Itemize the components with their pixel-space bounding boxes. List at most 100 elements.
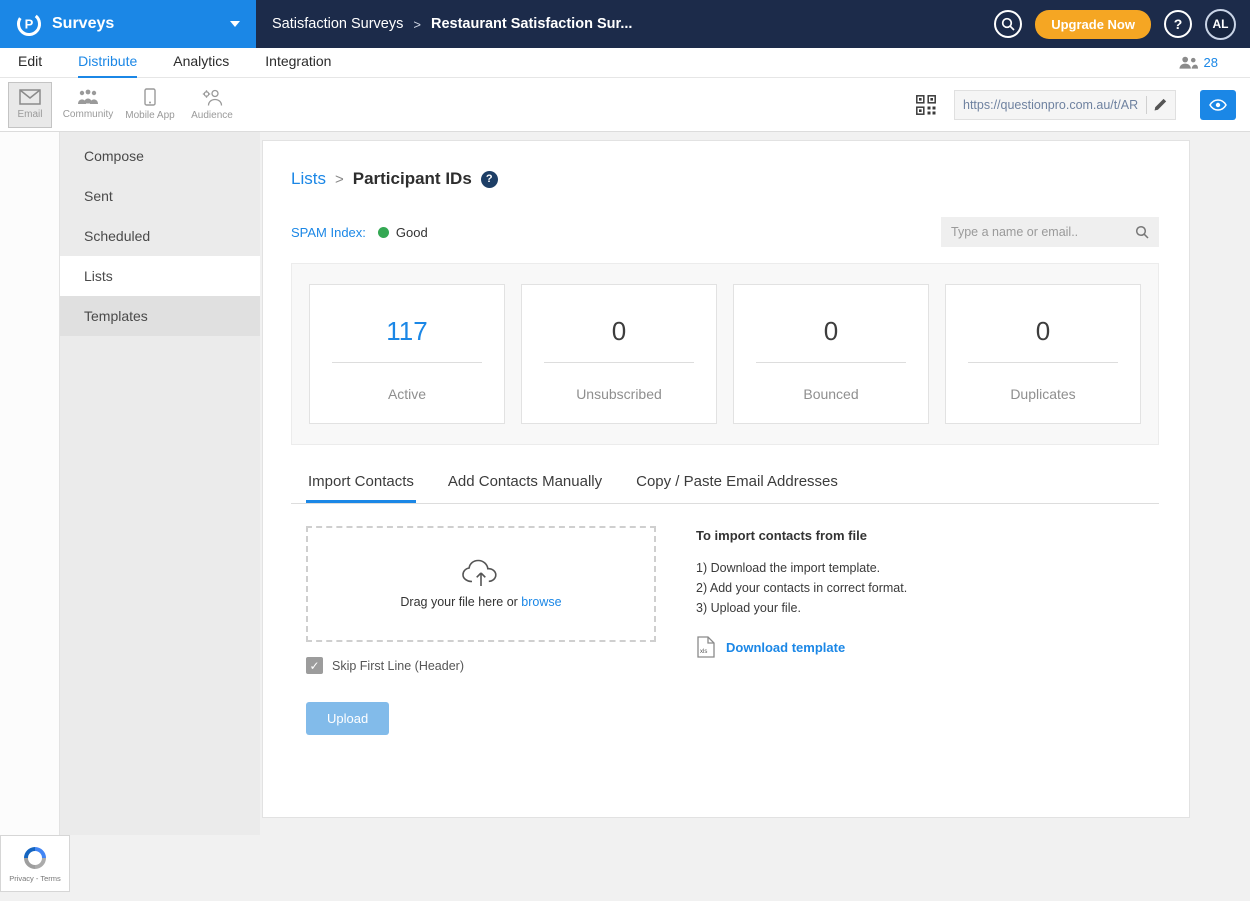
channel-mobile-app[interactable]: Mobile App [124, 82, 176, 128]
topbar-actions: Upgrade Now ? AL [994, 9, 1250, 40]
divider [968, 362, 1118, 363]
recaptcha-icon [22, 845, 48, 871]
people-icon [1179, 56, 1198, 69]
sidebar-item-lists[interactable]: Lists [60, 256, 260, 296]
topbar: P Surveys Satisfaction Surveys > Restaur… [0, 0, 1250, 48]
upload-button[interactable]: Upload [306, 702, 389, 735]
tab-analytics[interactable]: Analytics [173, 48, 229, 78]
distribute-toolbar: Email Community Mobile App Audience [0, 78, 1250, 132]
email-icon [19, 89, 41, 105]
channel-label: Audience [191, 110, 233, 121]
channel-label: Mobile App [125, 110, 174, 121]
content-area: Compose Sent Scheduled Lists Templates L… [0, 132, 1250, 835]
stat-card-active[interactable]: 117 Active [309, 284, 505, 424]
instruction-step: 3) Upload your file. [696, 598, 907, 618]
stat-value: 0 [946, 316, 1140, 347]
dropzone-text: Drag your file here or browse [400, 595, 561, 609]
divider [756, 362, 906, 363]
dropzone-label: Drag your file here or [400, 595, 517, 609]
stat-label: Unsubscribed [522, 386, 716, 402]
skip-first-line-checkbox[interactable] [306, 657, 323, 674]
product-switcher[interactable]: P Surveys [0, 0, 256, 48]
channel-audience[interactable]: Audience [186, 82, 238, 128]
tab-copy-paste-emails[interactable]: Copy / Paste Email Addresses [634, 469, 840, 503]
import-instructions: To import contacts from file 1) Download… [696, 526, 907, 735]
tab-add-contacts-manually[interactable]: Add Contacts Manually [446, 469, 604, 503]
qr-code-icon[interactable] [916, 95, 936, 115]
brand-label: Surveys [52, 15, 114, 33]
spam-status-text: Good [396, 225, 428, 240]
contact-import-tabs: Import Contacts Add Contacts Manually Co… [291, 469, 1159, 504]
instruction-step: 1) Download the import template. [696, 558, 907, 578]
stat-value: 0 [734, 316, 928, 347]
survey-url-box [954, 90, 1176, 120]
respondent-count: 28 [1204, 55, 1218, 70]
spam-index-label: SPAM Index: [291, 225, 366, 240]
upload-column: Drag your file here or browse Skip First… [306, 526, 656, 735]
divider [332, 362, 482, 363]
help-icon[interactable]: ? [1164, 10, 1192, 38]
breadcrumb-separator: > [335, 171, 344, 188]
survey-nav-tabs: Edit Distribute Analytics Integration 28 [0, 48, 1250, 78]
channel-label: Community [63, 109, 114, 120]
stat-value: 0 [522, 316, 716, 347]
left-gutter [0, 132, 60, 835]
skip-first-line-row: Skip First Line (Header) [306, 657, 656, 674]
file-dropzone[interactable]: Drag your file here or browse [306, 526, 656, 642]
tab-import-contacts[interactable]: Import Contacts [306, 469, 416, 503]
stat-card-duplicates[interactable]: 0 Duplicates [945, 284, 1141, 424]
recaptcha-privacy-terms[interactable]: Privacy - Terms [9, 874, 61, 883]
sidebar-item-sent[interactable]: Sent [60, 176, 260, 216]
import-contacts-section: Drag your file here or browse Skip First… [291, 526, 1159, 735]
search-icon[interactable] [994, 10, 1022, 38]
download-template-row: xls Download template [696, 636, 907, 658]
contact-search-input[interactable] [951, 225, 1135, 239]
spam-index-row: SPAM Index: Good [291, 217, 1159, 247]
tab-distribute[interactable]: Distribute [78, 48, 137, 78]
community-icon [77, 89, 99, 105]
instruction-step: 2) Add your contacts in correct format. [696, 578, 907, 598]
instructions-title: To import contacts from file [696, 528, 907, 543]
tab-integration[interactable]: Integration [265, 48, 331, 78]
list-help-icon[interactable]: ? [481, 171, 498, 188]
survey-url-input[interactable] [963, 98, 1139, 112]
audience-icon [202, 89, 223, 106]
tab-edit[interactable]: Edit [18, 48, 42, 78]
stat-value: 117 [310, 316, 504, 347]
svg-text:xls: xls [700, 649, 707, 655]
preview-eye-button[interactable] [1200, 90, 1236, 120]
stat-card-bounced[interactable]: 0 Bounced [733, 284, 929, 424]
divider [1146, 96, 1147, 114]
breadcrumb-lists-link[interactable]: Lists [291, 169, 326, 189]
questionpro-logo: P [16, 11, 42, 37]
sidebar-item-templates[interactable]: Templates [60, 296, 260, 336]
share-controls [916, 90, 1236, 120]
breadcrumb: Satisfaction Surveys > Restaurant Satisf… [272, 16, 632, 32]
breadcrumb-separator: > [413, 17, 421, 32]
breadcrumb-current-list: Participant IDs [353, 169, 472, 189]
divider [544, 362, 694, 363]
sidebar-item-scheduled[interactable]: Scheduled [60, 216, 260, 256]
chevron-down-icon [230, 21, 240, 27]
contact-stats-panel: 117 Active 0 Unsubscribed 0 Bounced 0 [291, 263, 1159, 445]
download-template-link[interactable]: Download template [726, 640, 845, 655]
xls-file-icon: xls [696, 636, 716, 658]
browse-link[interactable]: browse [521, 595, 561, 609]
channel-community[interactable]: Community [62, 82, 114, 128]
sidebar-item-compose[interactable]: Compose [60, 136, 260, 176]
search-icon[interactable] [1135, 225, 1149, 239]
lists-card: Lists > Participant IDs ? SPAM Index: Go… [262, 140, 1190, 818]
stat-card-unsubscribed[interactable]: 0 Unsubscribed [521, 284, 717, 424]
breadcrumb-current: Restaurant Satisfaction Sur... [431, 16, 632, 32]
avatar[interactable]: AL [1205, 9, 1236, 40]
distribute-sidebar: Compose Sent Scheduled Lists Templates [60, 132, 260, 835]
respondents-indicator[interactable]: 28 [1179, 55, 1232, 70]
edit-url-pencil-icon[interactable] [1154, 98, 1167, 111]
spam-status-dot [378, 227, 389, 238]
breadcrumb-parent[interactable]: Satisfaction Surveys [272, 16, 403, 32]
recaptcha-badge[interactable]: Privacy - Terms [0, 835, 70, 892]
stat-label: Bounced [734, 386, 928, 402]
mobile-icon [144, 88, 156, 106]
upgrade-now-button[interactable]: Upgrade Now [1035, 10, 1151, 39]
channel-email[interactable]: Email [8, 82, 52, 128]
